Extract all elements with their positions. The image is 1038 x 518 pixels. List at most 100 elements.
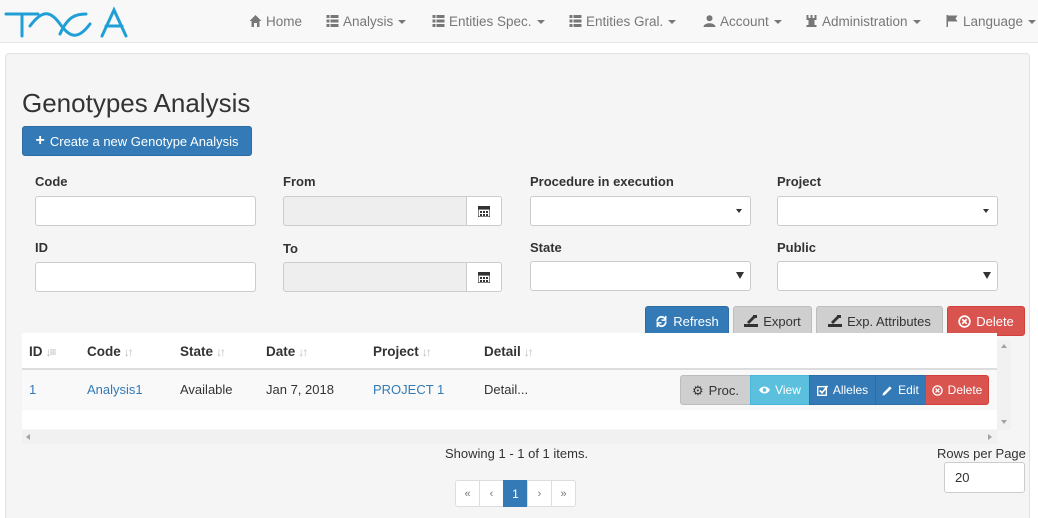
chevron-down-icon	[983, 272, 991, 279]
calendar-icon	[478, 272, 490, 283]
from-calendar-button[interactable]	[466, 196, 502, 226]
column-header-date[interactable]: Date ↓↑	[266, 344, 308, 359]
rows-per-page-label: Rows per Page	[937, 446, 1026, 461]
page-next-button[interactable]: ›	[527, 480, 552, 507]
cell-state: Available	[180, 382, 233, 397]
create-genotype-analysis-button[interactable]: + Create a new Genotype Analysis	[22, 126, 252, 156]
id-input[interactable]	[35, 262, 256, 292]
chevron-down-icon	[536, 20, 545, 24]
nav-analysis[interactable]: Analysis	[326, 0, 407, 43]
remove-circle-icon	[931, 384, 943, 396]
delete-selected-label: Delete	[976, 313, 1014, 329]
id-label: ID	[35, 240, 48, 255]
column-header-project[interactable]: Project ↓↑	[373, 344, 432, 359]
delete-row-button[interactable]: Delete	[925, 375, 989, 405]
procedure-label: Procedure in execution	[530, 174, 674, 189]
page-prev-button[interactable]: ‹	[479, 480, 504, 507]
pagination-summary: Showing 1 - 1 of 1 items.	[445, 446, 589, 461]
to-label: To	[283, 241, 298, 256]
public-select[interactable]	[777, 261, 998, 291]
nav-home[interactable]: Home	[249, 0, 302, 43]
export-label: Export	[763, 313, 801, 329]
column-header-state[interactable]: State ↓↑	[180, 344, 226, 359]
pencil-icon	[882, 385, 892, 396]
chevron-down-icon	[736, 272, 744, 279]
home-icon	[249, 15, 262, 27]
scroll-left-icon[interactable]	[26, 434, 30, 440]
scroll-right-icon[interactable]	[988, 434, 992, 440]
pagination: « ‹ 1 › »	[455, 480, 576, 507]
code-input[interactable]	[35, 196, 256, 226]
state-select[interactable]	[530, 261, 751, 291]
from-date-input[interactable]	[283, 196, 467, 226]
vertical-scrollbar[interactable]	[997, 340, 1011, 430]
cell-id-link[interactable]: 1	[29, 382, 36, 397]
scroll-up-icon[interactable]	[1001, 344, 1007, 348]
nav-language-label: Language	[963, 14, 1024, 29]
alleles-button[interactable]: Alleles	[809, 375, 876, 405]
proc-label: Proc.	[708, 382, 739, 398]
edit-check-icon	[816, 384, 828, 396]
horizontal-scrollbar[interactable]	[22, 430, 997, 444]
nav-account[interactable]: Account	[703, 0, 782, 43]
cell-project-link[interactable]: PROJECT 1	[373, 382, 444, 397]
rows-per-page-input[interactable]: 20	[944, 462, 1025, 493]
chevron-down-icon	[912, 20, 921, 24]
view-button[interactable]: View	[750, 375, 810, 405]
to-calendar-button[interactable]	[466, 262, 502, 292]
export-icon	[828, 315, 843, 327]
list-icon	[326, 15, 339, 27]
sort-icon: ↓↑	[216, 345, 226, 359]
refresh-icon	[656, 315, 667, 327]
edit-button[interactable]: Edit	[875, 375, 926, 405]
export-icon	[744, 315, 759, 327]
proc-button[interactable]: ⚙ Proc.	[680, 375, 751, 405]
nav-entities-gral[interactable]: Entities Gral.	[569, 0, 677, 43]
sort-icon: ↓↑	[523, 345, 534, 359]
sort-ascending-icon: ↓≡	[45, 345, 57, 359]
column-header-detail[interactable]: Detail ↓↑	[484, 344, 534, 359]
to-date-input[interactable]	[283, 262, 467, 292]
project-label: Project	[777, 174, 822, 189]
cell-code-link[interactable]: Analysis1	[87, 382, 143, 397]
view-label: View	[775, 383, 801, 397]
delete-row-label: Delete	[947, 383, 983, 397]
delete-selected-button[interactable]: Delete	[947, 306, 1025, 336]
chevron-down-icon	[668, 20, 677, 24]
cell-date: Jan 7, 2018	[266, 382, 334, 397]
procedure-select[interactable]	[530, 196, 751, 226]
sort-icon: ↓↑	[298, 345, 308, 359]
tower-icon	[806, 15, 817, 27]
list-icon	[569, 15, 582, 27]
export-attributes-label: Exp. Attributes	[847, 313, 931, 329]
page-current-button[interactable]: 1	[503, 480, 528, 507]
chevron-down-icon	[398, 20, 407, 24]
navbar: Home Analysis Entities Spec. Entities Gr…	[0, 0, 1038, 43]
cell-detail: Detail...	[484, 382, 529, 397]
calendar-icon	[478, 206, 490, 217]
edit-label: Edit	[898, 383, 919, 397]
page-last-button[interactable]: »	[551, 480, 576, 507]
eye-icon	[759, 386, 771, 394]
list-icon	[432, 15, 445, 27]
page-first-button[interactable]: «	[455, 480, 480, 507]
nav-account-label: Account	[720, 14, 769, 29]
nav-entities-spec[interactable]: Entities Spec.	[432, 0, 545, 43]
from-label: From	[283, 174, 316, 189]
project-select[interactable]	[777, 196, 998, 226]
nav-administration-label: Administration	[822, 14, 908, 29]
code-label: Code	[35, 174, 68, 189]
sort-icon: ↓↑	[421, 345, 432, 359]
nav-administration[interactable]: Administration	[805, 0, 921, 43]
tega-logo[interactable]	[2, 4, 134, 42]
export-button[interactable]: Export	[733, 306, 812, 336]
refresh-button[interactable]: Refresh	[645, 306, 729, 336]
public-label: Public	[777, 240, 817, 255]
column-header-id[interactable]: ID ↓≡	[29, 344, 57, 359]
column-header-code[interactable]: Code ↓↑	[87, 344, 134, 359]
export-attributes-button[interactable]: Exp. Attributes	[816, 306, 943, 336]
scroll-down-icon[interactable]	[1001, 420, 1007, 424]
nav-entities-spec-label: Entities Spec.	[449, 14, 532, 29]
chevron-down-icon	[1028, 20, 1037, 24]
nav-language[interactable]: Language	[946, 0, 1037, 43]
